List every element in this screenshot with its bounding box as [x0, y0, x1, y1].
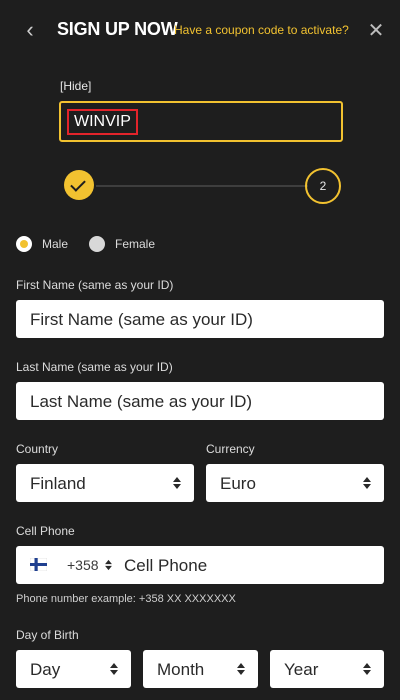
step-2-current: 2 [305, 168, 341, 204]
select-arrows-icon [363, 477, 371, 489]
cell-phone-placeholder: Cell Phone [124, 556, 208, 575]
birth-day-value: Day [30, 660, 61, 679]
coupon-code-input[interactable]: WINVIP [59, 101, 343, 142]
first-name-placeholder: First Name (same as your ID) [30, 310, 253, 329]
birth-year-select[interactable]: Year [270, 650, 384, 688]
header: ‹ SIGN UP NOW Have a coupon code to acti… [0, 0, 400, 60]
close-icon[interactable]: ✕ [366, 20, 386, 42]
select-arrows-icon [363, 663, 371, 675]
currency-label: Currency [206, 442, 255, 456]
signup-page: ‹ SIGN UP NOW Have a coupon code to acti… [0, 0, 400, 700]
gender-male-radio[interactable]: Male [16, 234, 76, 254]
coupon-code-link[interactable]: Have a coupon code to activate? [174, 23, 349, 37]
gender-female-label: Female [115, 237, 156, 251]
checkmark-icon [70, 176, 86, 192]
birth-year-value: Year [284, 660, 319, 679]
cell-phone-field[interactable]: +358 Cell Phone [16, 546, 384, 584]
cell-phone-label: Cell Phone [16, 524, 75, 538]
birth-month-select[interactable]: Month [143, 650, 258, 688]
country-select[interactable]: Finland [16, 464, 194, 502]
gender-male-label: Male [42, 237, 69, 251]
currency-select[interactable]: Euro [206, 464, 384, 502]
phone-example-hint: Phone number example: +358 XX XXXXXXX [16, 593, 236, 605]
select-arrows-icon [237, 663, 245, 675]
last-name-label: Last Name (same as your ID) [16, 360, 173, 374]
first-name-field[interactable]: First Name (same as your ID) [16, 300, 384, 338]
progress-stepper: 2 [62, 168, 342, 204]
birth-day-select[interactable]: Day [16, 650, 131, 688]
coupon-code-value: WINVIP [67, 109, 138, 135]
dial-code-select[interactable]: +358 [67, 557, 112, 573]
stepper-line [96, 185, 308, 187]
birth-month-value: Month [157, 660, 205, 679]
country-label: Country [16, 442, 59, 456]
day-of-birth-label: Day of Birth [16, 628, 79, 642]
back-icon[interactable]: ‹ [20, 18, 40, 42]
page-title: SIGN UP NOW [57, 19, 178, 39]
dial-code-value: +358 [67, 557, 99, 573]
country-value: Finland [30, 474, 86, 493]
radio-selected-icon [16, 236, 32, 252]
finland-flag-icon[interactable] [30, 558, 47, 571]
select-arrows-icon [110, 663, 118, 675]
last-name-field[interactable]: Last Name (same as your ID) [16, 382, 384, 420]
gender-female-radio[interactable]: Female [89, 234, 169, 254]
step-1-complete [64, 170, 94, 200]
first-name-label: First Name (same as your ID) [16, 278, 174, 292]
radio-unselected-icon [89, 236, 105, 252]
select-arrows-icon [173, 477, 181, 489]
currency-value: Euro [220, 474, 256, 493]
last-name-placeholder: Last Name (same as your ID) [30, 392, 253, 411]
select-arrows-icon [105, 559, 112, 571]
hide-coupon-link[interactable]: [Hide] [60, 79, 91, 93]
